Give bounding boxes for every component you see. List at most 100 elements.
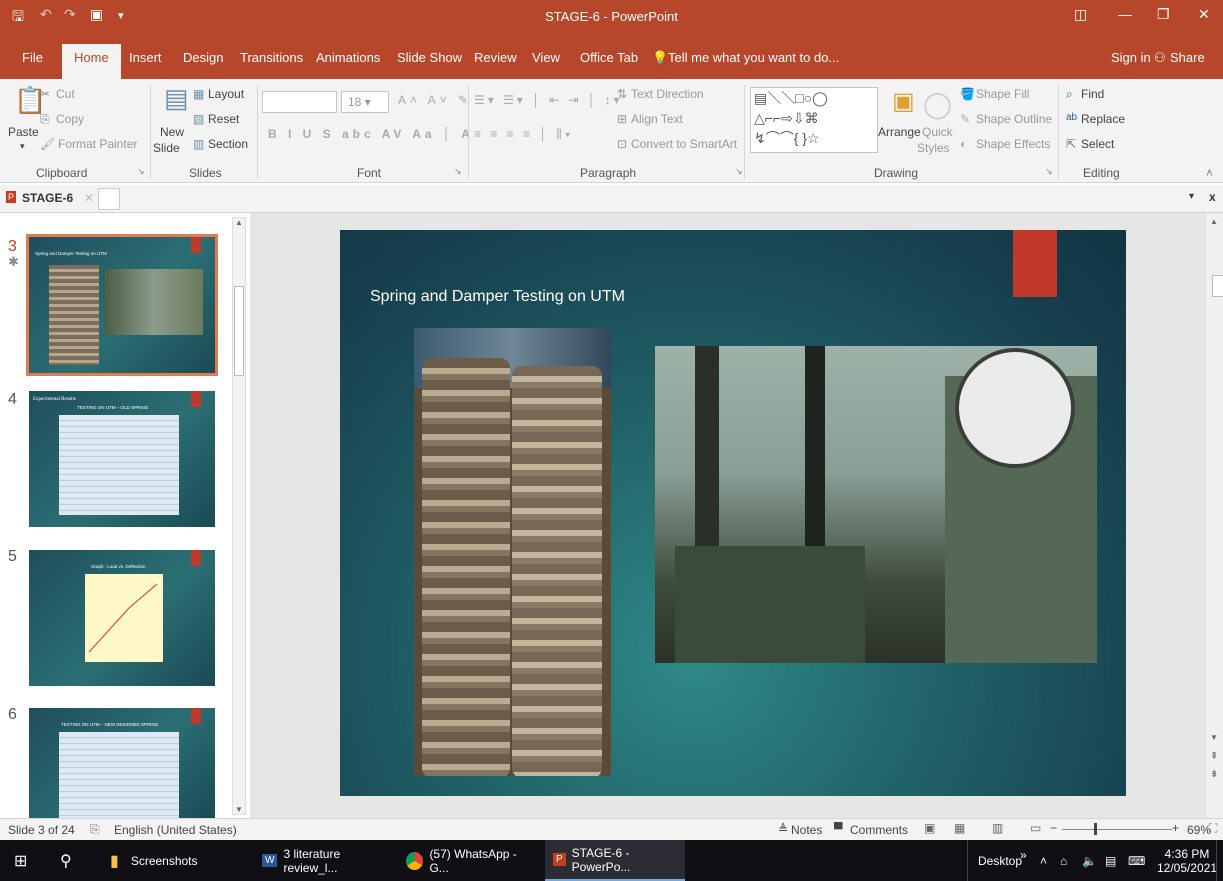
clipboard-launcher-icon[interactable]: ↘	[137, 166, 145, 177]
scroll-thumb[interactable]	[234, 286, 244, 376]
desktop-toolbar[interactable]: Desktop	[967, 840, 1022, 881]
scroll-down-icon[interactable]: ▼	[235, 805, 243, 814]
thumbnail-scrollbar[interactable]: ▲ ▼	[232, 217, 246, 815]
tab-list-icon[interactable]: ▾	[1189, 191, 1194, 202]
paragraph-launcher-icon[interactable]: ↘	[735, 166, 743, 177]
cut-icon[interactable]: ✂	[40, 87, 50, 101]
scroll-down-icon[interactable]: ▼	[1210, 733, 1218, 742]
select-button[interactable]: Select	[1081, 137, 1114, 151]
close-icon[interactable]: ✕	[1198, 6, 1210, 23]
shape-effects-button[interactable]: Shape Effects	[976, 137, 1051, 151]
volume-icon[interactable]: 🔈	[1082, 840, 1097, 881]
shape-fill-button[interactable]: Shape Fill	[976, 87, 1029, 101]
find-button[interactable]: Find	[1081, 87, 1104, 101]
shapes-gallery[interactable]: ▤＼＼□○◯ △⌐⌐⇨⇩⌘ ↯⌒⌒{ }☆	[750, 87, 878, 153]
list-icons[interactable]: ☰▾ ☰▾ │ ⇤ ⇥ │ ↕▾	[474, 93, 623, 107]
search-icon[interactable]: ⚲	[60, 840, 72, 881]
comments-button[interactable]: Comments	[850, 823, 908, 837]
slide-thumbnail[interactable]: Graph : Load vs. Deflection	[29, 550, 215, 686]
tray-chevron-icon[interactable]: ˄	[1040, 840, 1047, 881]
close-tab-icon[interactable]: ✕	[84, 191, 94, 205]
spellcheck-icon[interactable]: ⎘	[90, 822, 100, 837]
share-button[interactable]: Share	[1170, 50, 1205, 65]
paste-button[interactable]: Paste	[8, 125, 39, 139]
zoom-slider[interactable]	[1062, 829, 1172, 830]
language-indicator[interactable]: English (United States)	[114, 823, 237, 837]
reading-view-icon[interactable]: ▥	[992, 821, 1003, 835]
tab-slideshow[interactable]: Slide Show	[397, 50, 462, 65]
clock[interactable]: 4:36 PM 12/05/2021	[1157, 840, 1217, 881]
tab-animations[interactable]: Animations	[316, 50, 380, 65]
reset-button[interactable]: Reset	[208, 112, 239, 126]
layout-button[interactable]: Layout	[208, 87, 244, 101]
slide-thumbnail[interactable]: TESTING ON UTM – NEW DESIGNED SPRING	[29, 708, 215, 818]
tab-officetab[interactable]: Office Tab	[580, 50, 638, 65]
keyboard-icon[interactable]: ⌨	[1128, 840, 1145, 881]
zoom-out-icon[interactable]: −	[1050, 821, 1057, 835]
tab-insert[interactable]: Insert	[129, 50, 162, 65]
replace-button[interactable]: Replace	[1081, 112, 1125, 126]
fit-slide-icon[interactable]: ⛶	[1209, 821, 1217, 836]
close-all-icon[interactable]: x	[1209, 190, 1216, 204]
convert-smartart-button[interactable]: Convert to SmartArt	[631, 137, 737, 151]
slideshow-view-icon[interactable]: ▭	[1030, 821, 1041, 835]
quick-styles-icon[interactable]: ◯	[923, 89, 952, 120]
taskbar-powerpoint[interactable]: P STAGE-6 - PowerPo...	[545, 840, 685, 881]
shape-outline-button[interactable]: Shape Outline	[976, 112, 1052, 126]
editor-scrollbar[interactable]: ▲ ▼ ⇞ ⇟	[1205, 213, 1223, 818]
network-icon[interactable]: ⌂	[1060, 840, 1067, 881]
show-desktop-button[interactable]	[1216, 840, 1223, 881]
font-name-input[interactable]	[262, 91, 337, 113]
new-tab-button[interactable]	[98, 188, 120, 210]
font-grow-shrink-icons[interactable]: A˄ A˅ ✎	[398, 93, 472, 107]
align-icons[interactable]: ≡ ≡ ≡ ≡ │ ⫼▾	[474, 127, 574, 142]
tab-transitions[interactable]: Transitions	[240, 50, 303, 65]
zoom-in-icon[interactable]: +	[1172, 821, 1179, 835]
ribbon-display-icon[interactable]: ◫	[1074, 6, 1087, 23]
slide-title[interactable]: Spring and Damper Testing on UTM	[370, 288, 625, 306]
slide-thumbnail[interactable]: Experimental Results TESTING ON UTM – OL…	[29, 391, 215, 527]
font-launcher-icon[interactable]: ↘	[454, 166, 462, 177]
taskbar-whatsapp[interactable]: (57) WhatsApp - G...	[406, 840, 536, 881]
font-size-input[interactable]: 18 ▾	[341, 91, 389, 113]
zoom-level[interactable]: 69%	[1187, 823, 1211, 837]
normal-view-icon[interactable]: ▣	[924, 821, 935, 835]
section-button[interactable]: Section	[208, 137, 248, 151]
drawing-launcher-icon[interactable]: ↘	[1045, 166, 1053, 177]
windows-start-icon[interactable]: ⊞	[14, 840, 27, 881]
sign-in-link[interactable]: Sign in	[1111, 50, 1151, 65]
tab-view[interactable]: View	[532, 50, 560, 65]
previous-slide-icon[interactable]: ⇞	[1210, 751, 1218, 762]
text-direction-button[interactable]: Text Direction	[631, 87, 704, 101]
slide-sorter-icon[interactable]: ▦	[954, 821, 965, 835]
paste-dropdown-icon[interactable]: ▾	[20, 141, 25, 152]
notes-tray-icon[interactable]: ▤	[1105, 840, 1116, 881]
slide-thumbnail[interactable]: Spring and Damper Testing on UTM	[26, 234, 218, 376]
tab-home[interactable]: Home	[62, 44, 121, 79]
arrange-button[interactable]: Arrange	[878, 125, 921, 139]
spring-photo[interactable]	[414, 328, 611, 776]
collapse-ribbon-icon[interactable]: ˄	[1206, 166, 1213, 180]
format-painter-icon[interactable]: 🖌	[40, 137, 55, 151]
scroll-up-icon[interactable]: ▲	[235, 218, 243, 227]
new-slide-button[interactable]: New	[160, 125, 184, 139]
tab-review[interactable]: Review	[474, 50, 517, 65]
tab-file[interactable]: File	[22, 50, 43, 65]
notes-button[interactable]: Notes	[791, 823, 822, 837]
tab-design[interactable]: Design	[183, 50, 223, 65]
arrange-icon[interactable]: ▣	[892, 87, 915, 116]
red-tab-shape[interactable]	[1013, 230, 1057, 297]
new-slide-icon[interactable]: ▤	[164, 83, 189, 114]
current-slide[interactable]: Spring and Damper Testing on UTM	[340, 230, 1126, 796]
quick-styles-button[interactable]: Quick	[922, 125, 953, 139]
copy-icon[interactable]: ⎘	[40, 112, 50, 127]
tell-me-box[interactable]: Tell me what you want to do...	[668, 50, 839, 65]
cut-button[interactable]: Cut	[56, 87, 75, 101]
next-slide-icon[interactable]: ⇟	[1210, 769, 1218, 780]
taskbar-word[interactable]: W 3 literature review_l...	[262, 840, 392, 881]
scroll-up-icon[interactable]: ▲	[1210, 217, 1218, 226]
restore-icon[interactable]: ❐	[1157, 6, 1170, 23]
format-painter-button[interactable]: Format Painter	[58, 137, 137, 151]
minimize-icon[interactable]: —	[1118, 6, 1132, 22]
copy-button[interactable]: Copy	[56, 112, 84, 126]
